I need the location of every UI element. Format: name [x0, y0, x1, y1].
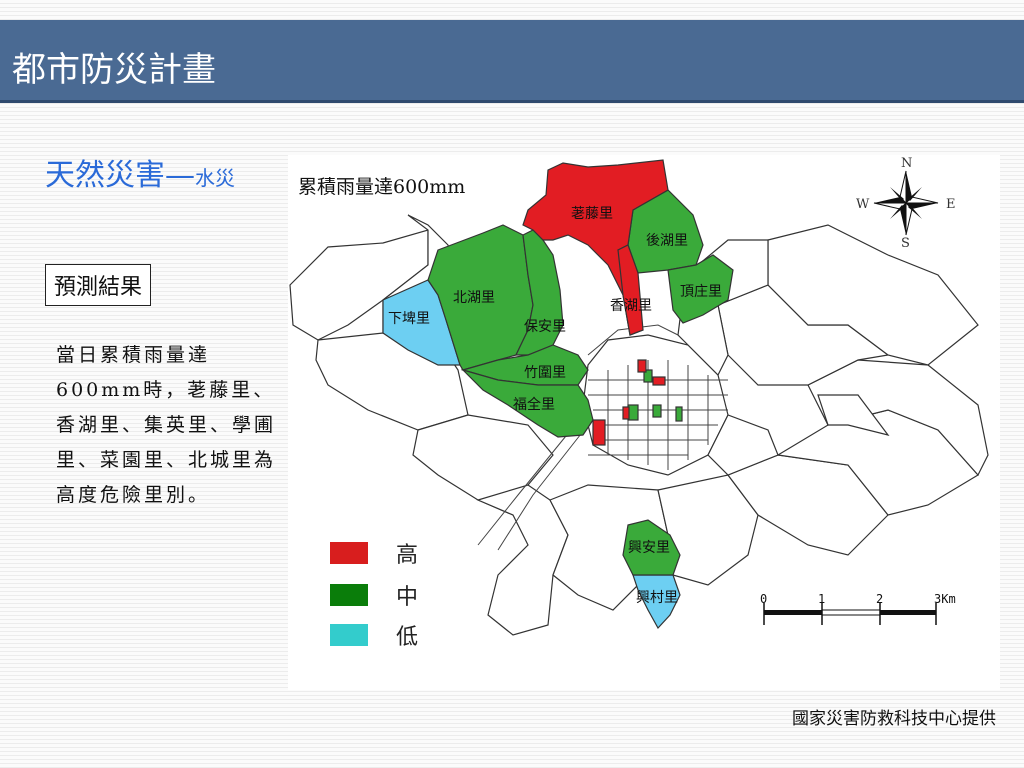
village-label: 頂庄里 — [680, 283, 722, 300]
village-label: 荖藤里 — [571, 206, 613, 222]
legend-label-low: 低 — [396, 625, 419, 650]
village-center-small — [675, 406, 683, 422]
description-text: 當日累積雨量達600mm時，荖藤里、香湖里、集英里、學圃里、菜園里、北城里為高度… — [56, 344, 277, 506]
source-credit: 國家災害防救科技中心提供 — [792, 709, 996, 729]
village-label: 福全里 — [513, 396, 555, 413]
village-label: 北湖里 — [453, 290, 495, 306]
village-center-small — [592, 419, 606, 446]
village-center-small — [652, 376, 666, 386]
legend-swatch-low — [330, 624, 368, 646]
scale-label: 3Km — [934, 592, 956, 606]
scale-label: 1 — [818, 592, 825, 606]
page-title: 都市防災計畫 — [12, 50, 216, 90]
compass-east: E — [946, 197, 956, 212]
village-label: 興安里 — [628, 540, 670, 556]
map-title: 累積雨量達600mm — [298, 176, 466, 198]
compass-rose-icon — [873, 170, 939, 236]
compass-north: N — [901, 156, 913, 171]
village-label: 下埤里 — [388, 311, 430, 327]
compass-south: S — [901, 236, 910, 251]
subtitle-dash: — — [165, 158, 195, 193]
subtitle-small: 水災 — [195, 166, 235, 190]
legend-label-medium: 中 — [396, 585, 419, 610]
legend-swatch-high — [330, 542, 368, 564]
legend-label-high: 高 — [396, 543, 419, 568]
village-center-small — [637, 359, 647, 373]
scale-label: 2 — [876, 592, 883, 606]
village-label: 興村里 — [636, 590, 678, 606]
compass-west: W — [856, 197, 870, 212]
subtitle-main: 天然災害 — [45, 158, 165, 193]
risk-map: 荖藤里 後湖里 頂庄里 香湖里 北湖里 保安里 竹圍里 福全里 下埤里 興安里 … — [289, 159, 989, 636]
legend-swatch-medium — [330, 584, 368, 606]
village-center-small — [622, 406, 630, 420]
village-center-small — [652, 404, 662, 418]
village-label: 保安里 — [524, 319, 566, 335]
title-bar: 都市防災計畫 — [0, 20, 1024, 103]
result-label: 預測結果 — [45, 264, 152, 306]
village-label: 竹圍里 — [524, 365, 566, 381]
section-subtitle: 天然災害—水災 — [45, 150, 235, 194]
village-label: 香湖里 — [610, 298, 652, 314]
scale-label: 0 — [760, 592, 767, 606]
village-label: 後湖里 — [646, 233, 688, 249]
scale-bar — [763, 603, 937, 625]
